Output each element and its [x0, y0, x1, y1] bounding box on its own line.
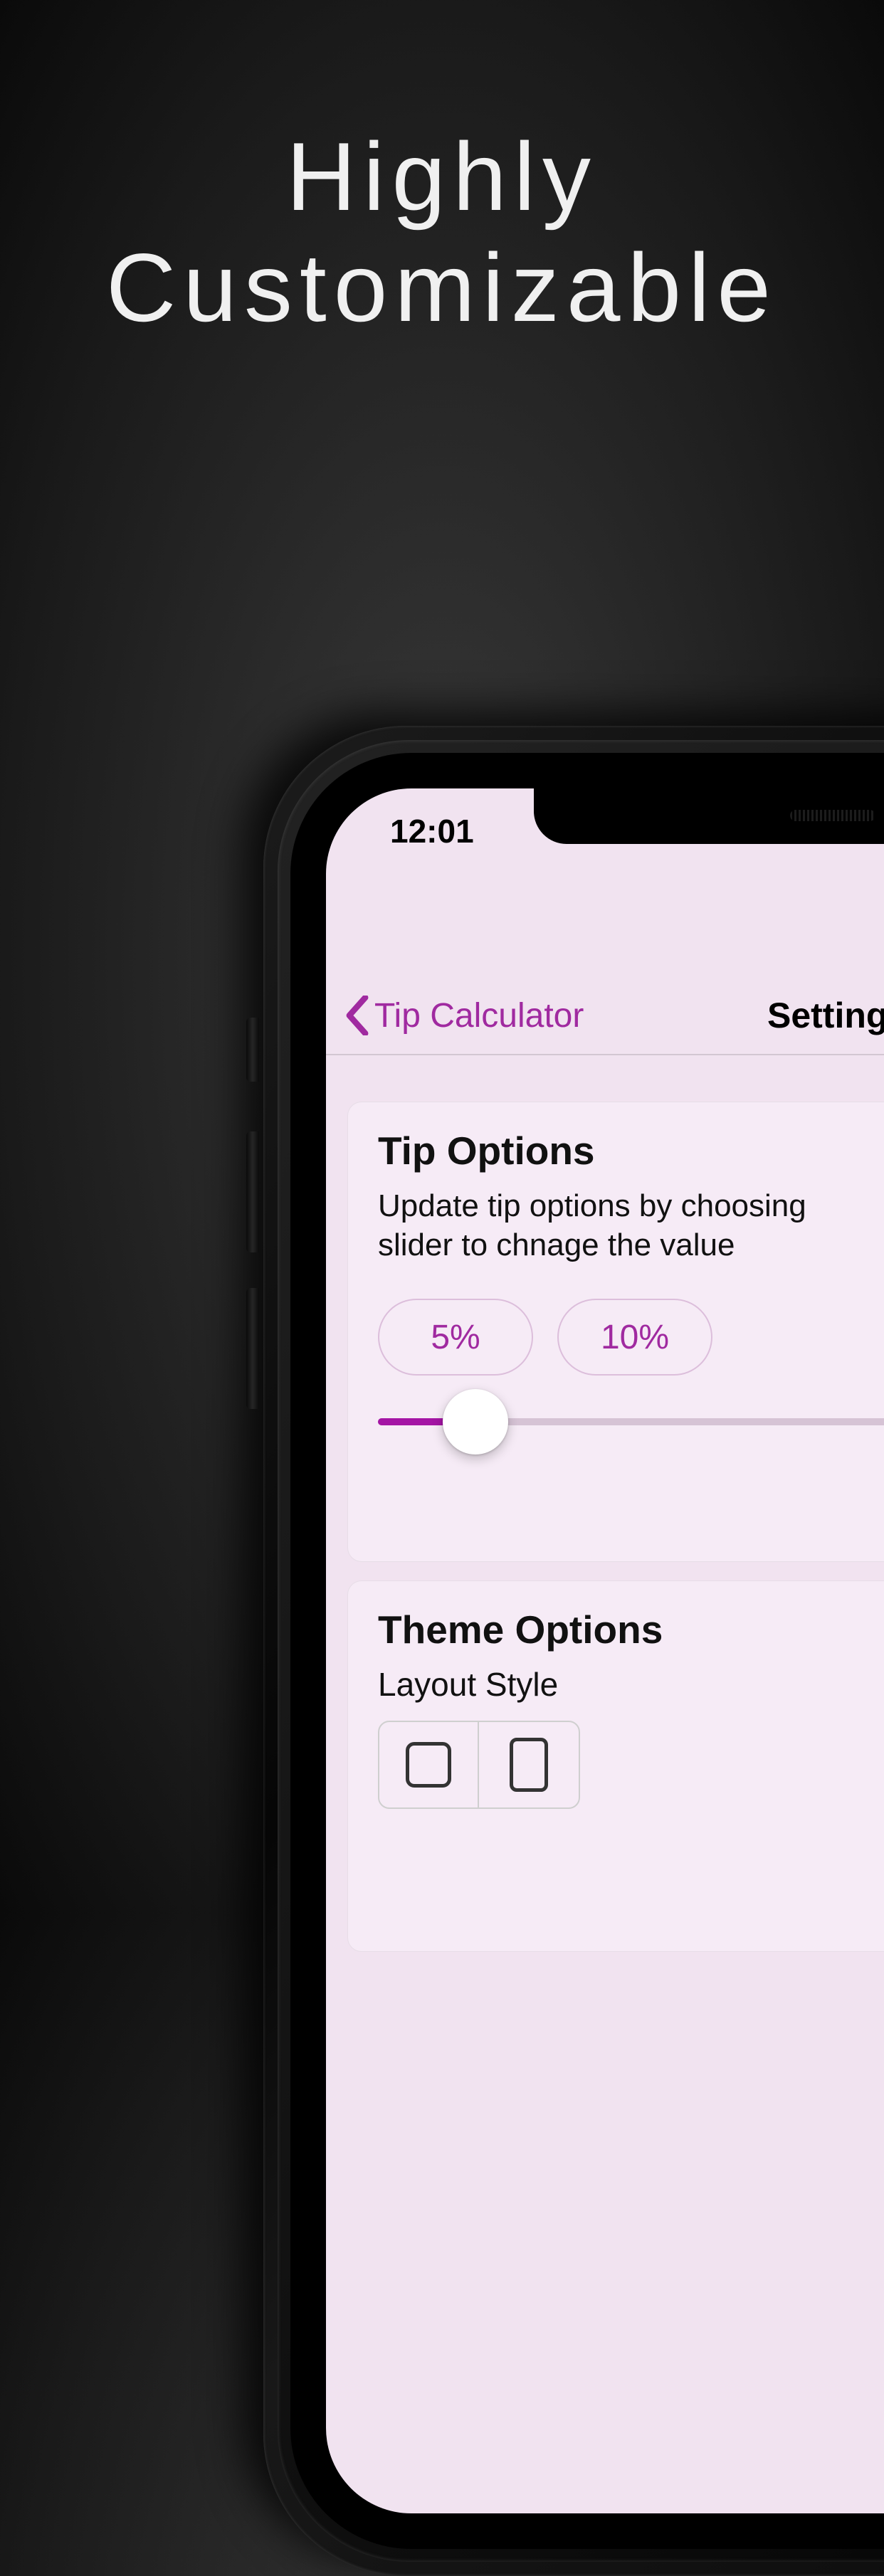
- layout-style-label: Layout Style: [378, 1665, 884, 1704]
- theme-options-title: Theme Options: [378, 1607, 884, 1652]
- tip-slider[interactable]: [378, 1418, 884, 1425]
- tip-percent-chips: 5% 10%: [378, 1299, 884, 1376]
- tip-chip-10[interactable]: 10%: [557, 1299, 712, 1376]
- layout-style-segment[interactable]: [378, 1721, 580, 1809]
- notch: [534, 788, 884, 844]
- tip-options-title: Tip Options: [378, 1128, 884, 1173]
- page-title: Settings: [767, 995, 884, 1036]
- volume-down-button: [246, 1288, 259, 1409]
- marketing-headline: Highly Customizable: [0, 121, 884, 344]
- speaker-grill: [790, 810, 875, 821]
- phone-frame: 12:01 Tip Calculator Settings: [263, 726, 884, 2576]
- chevron-left-icon: [344, 996, 370, 1035]
- layout-icon-square: [406, 1742, 451, 1788]
- layout-icon-portrait: [510, 1738, 548, 1792]
- theme-options-card: Theme Options Layout Style: [347, 1580, 884, 1952]
- layout-option-2[interactable]: [479, 1722, 579, 1807]
- tip-chip-5[interactable]: 5%: [378, 1299, 533, 1376]
- slider-thumb[interactable]: [443, 1389, 508, 1455]
- status-time: 12:01: [390, 812, 474, 850]
- content-area: Tip Options Update tip options by choosi…: [326, 1066, 884, 2513]
- headline-line-1: Highly: [0, 121, 884, 232]
- layout-option-1[interactable]: [379, 1722, 479, 1807]
- back-button[interactable]: Tip Calculator: [344, 996, 584, 1035]
- volume-up-button: [246, 1131, 259, 1252]
- tip-options-desc: Update tip options by choosing slider to…: [378, 1186, 884, 1265]
- tip-options-card: Tip Options Update tip options by choosi…: [347, 1102, 884, 1562]
- mute-switch: [246, 1018, 259, 1082]
- headline-line-2: Customizable: [0, 232, 884, 343]
- nav-bar: Tip Calculator Settings: [326, 977, 884, 1055]
- back-label: Tip Calculator: [374, 996, 584, 1035]
- phone-screen: 12:01 Tip Calculator Settings: [326, 788, 884, 2513]
